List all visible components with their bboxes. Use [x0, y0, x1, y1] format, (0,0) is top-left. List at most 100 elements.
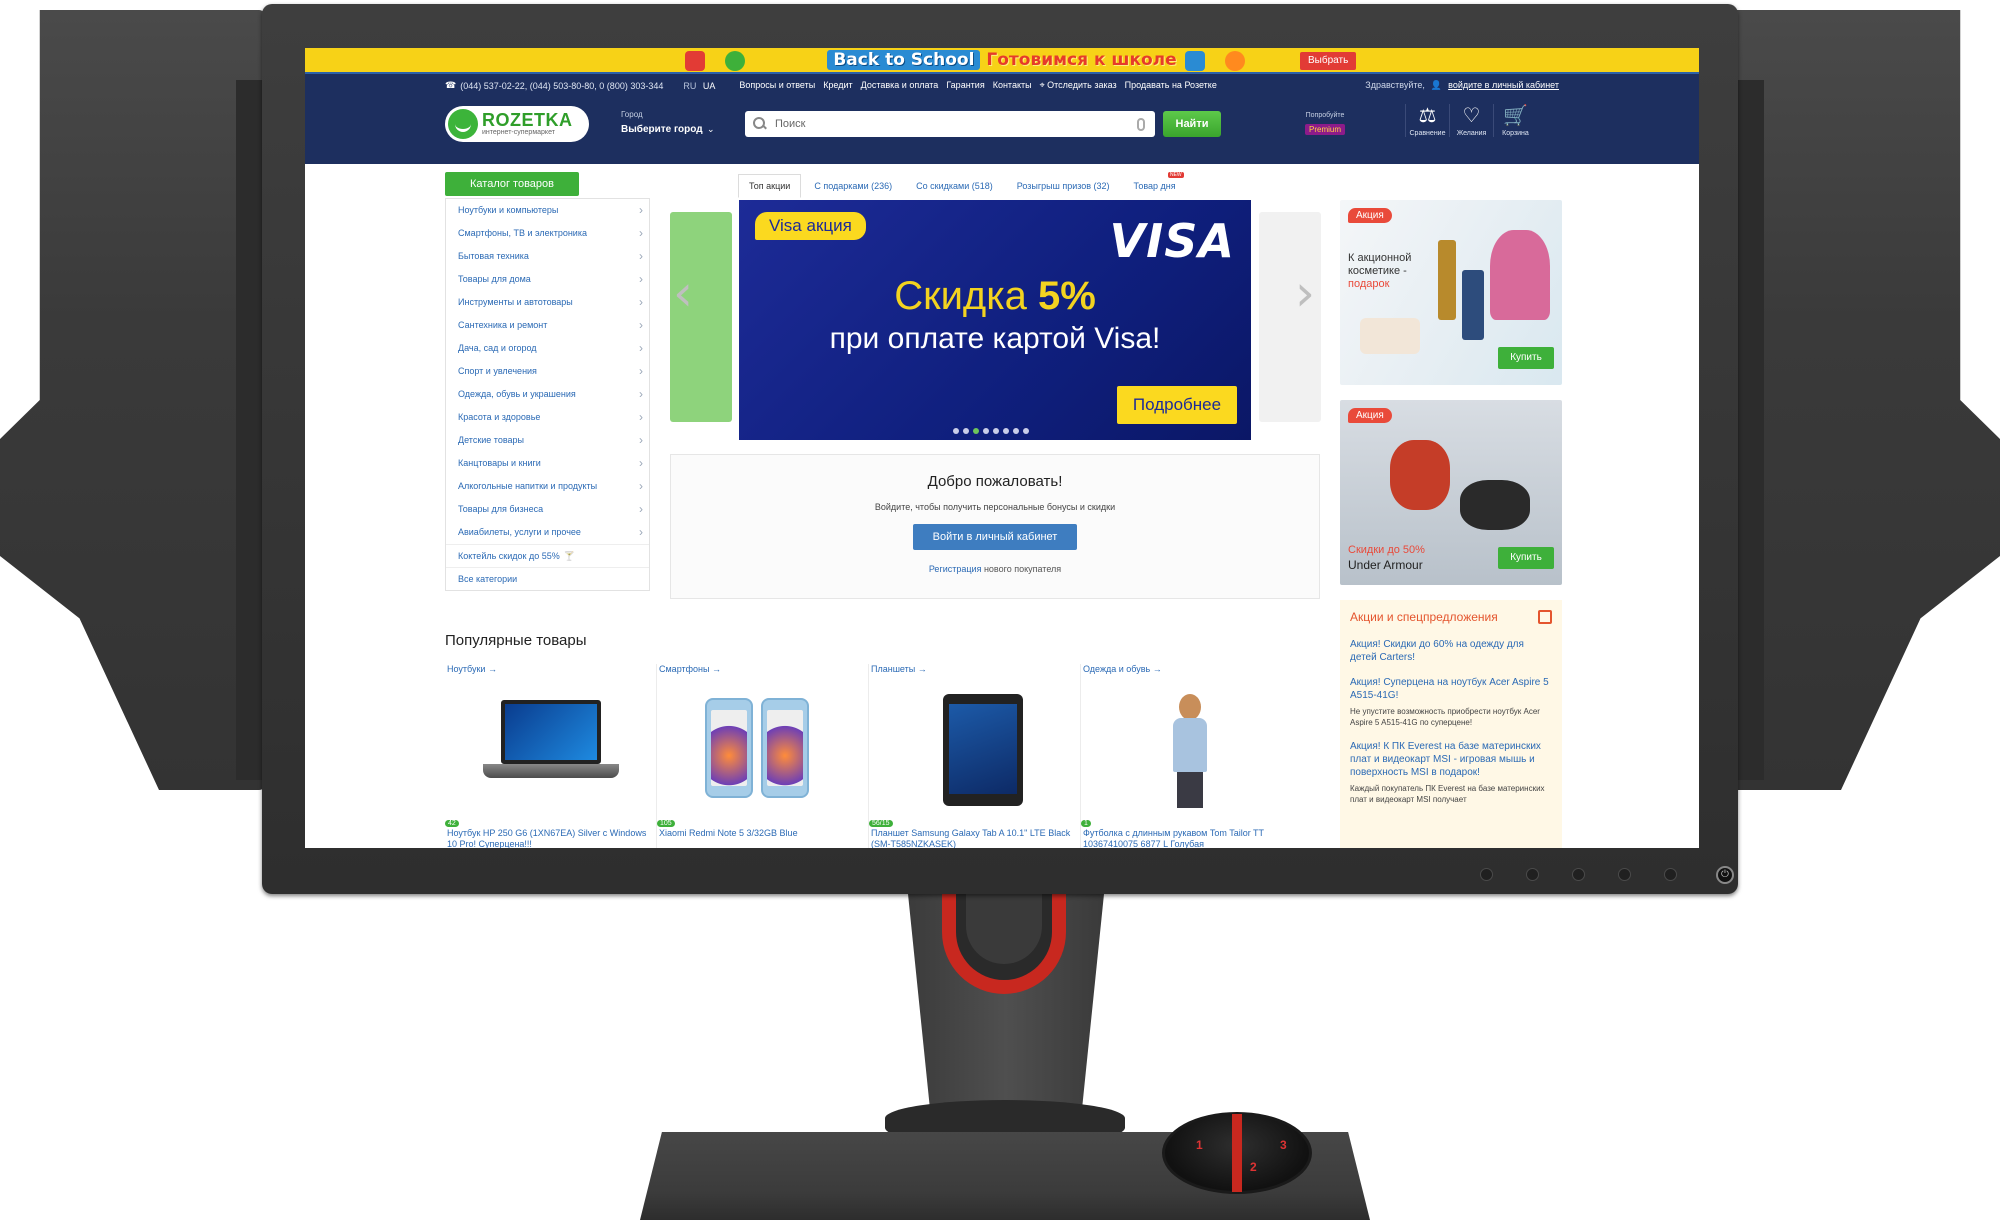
register-rest: нового покупателя [981, 564, 1062, 574]
tab-discounts[interactable]: Со скидками (518) [905, 174, 1004, 198]
chevron-down-icon: ⌄ [707, 124, 715, 134]
carousel-next-arrow[interactable]: › [1295, 264, 1315, 322]
catalog-item[interactable]: Товары для бизнеса [446, 498, 649, 521]
product-card[interactable]: Одежда и обувь → 1 Футболка с длинным ру… [1081, 664, 1293, 848]
cosmetics-ad[interactable]: Акция К акционной косметике - подарок Ку… [1340, 200, 1562, 385]
product-category-link[interactable]: Одежда и обувь → [1083, 664, 1293, 674]
catalog-item[interactable]: Канцтовары и книги [446, 452, 649, 475]
product-name[interactable]: Xiaomi Redmi Note 5 3/32GB Blue [659, 828, 859, 839]
logo-text: ROZETKA интернет-супермаркет [482, 111, 573, 137]
promo-title: Back to School [827, 50, 981, 70]
ad-buy-button[interactable]: Купить [1498, 547, 1554, 569]
catalog-menu: Ноутбуки и компьютеры Смартфоны, ТВ и эл… [445, 198, 650, 591]
promo-choose-button[interactable]: Выбрать [1300, 52, 1357, 70]
tab-top-deals[interactable]: Топ акции [738, 174, 802, 198]
catalog-item[interactable]: Детские товары [446, 429, 649, 452]
cart-button[interactable]: 🛒 Корзина [1493, 104, 1537, 137]
cocktail-label: Коктейль скидок до 55% [458, 551, 560, 561]
power-button[interactable]: ⏻ [1716, 866, 1734, 884]
carousel-prev-arrow[interactable]: ‹ [673, 264, 693, 322]
catalog-item[interactable]: Смартфоны, ТВ и электроника [446, 222, 649, 245]
offer-item[interactable]: Акция! К ПК Everest на базе материнских … [1340, 736, 1562, 813]
laptop-base [483, 764, 619, 778]
product-name[interactable]: Футболка с длинным рукавом Tom Tailor TT… [1083, 828, 1283, 848]
catalog-item[interactable]: Одежда, обувь и украшения [446, 383, 649, 406]
nav-sell[interactable]: Продавать на Розетке [1125, 80, 1217, 91]
search-input[interactable] [775, 118, 1137, 130]
promo-tabs: Топ акции С подарками (236) Со скидками … [738, 172, 1187, 198]
tab-product-of-day[interactable]: Товар дня NEW [1123, 172, 1187, 198]
carousel-dot[interactable] [953, 428, 959, 434]
offer-item[interactable]: Акция! Скидки до 60% на одежду для детей… [1340, 634, 1562, 672]
carousel-dot[interactable] [1003, 428, 1009, 434]
lang-ru[interactable]: RU [683, 81, 696, 91]
rozetka-logo[interactable]: ROZETKA интернет-супермаркет [445, 106, 589, 142]
under-armour-ad[interactable]: Акция Скидки до 50% Under Armour Купить [1340, 400, 1562, 585]
tab-prize-draw[interactable]: Розыгрыш призов (32) [1006, 174, 1121, 198]
offer-item[interactable]: Акция! Суперцена на ноутбук Acer Aspire … [1340, 672, 1562, 736]
product-name[interactable]: Ноутбук HP 250 G6 (1XN67EA) Silver с Win… [447, 828, 647, 848]
catalog-item[interactable]: Спорт и увлечения [446, 360, 649, 383]
login-button[interactable]: Войти в личный кабинет [913, 524, 1077, 550]
carousel-dot[interactable] [1013, 428, 1019, 434]
product-card[interactable]: Планшеты → 56/15 Планшет Samsung Galaxy … [869, 664, 1081, 848]
catalog-item[interactable]: Бытовая техника [446, 245, 649, 268]
catalog-item[interactable]: Товары для дома [446, 268, 649, 291]
bezel-button-3[interactable] [1572, 868, 1585, 881]
bezel-button-1[interactable] [1480, 868, 1493, 881]
product-card[interactable]: Смартфоны → 105 Xiaomi Redmi Note 5 3/32… [657, 664, 869, 848]
carousel-dot-active[interactable] [973, 428, 979, 434]
bezel-button-4[interactable] [1618, 868, 1631, 881]
premium-label: Попробуйте [1305, 112, 1345, 119]
product-card[interactable]: Ноутбуки → 42 Ноутбук HP 250 G6 (1XN67EA… [445, 664, 657, 848]
ad-buy-button[interactable]: Купить [1498, 347, 1554, 369]
register-link[interactable]: Регистрация [929, 564, 982, 574]
nav-faq[interactable]: Вопросы и ответы [739, 80, 815, 91]
user-icon: 👤 [1430, 80, 1443, 90]
catalog-item[interactable]: Ноутбуки и компьютеры [446, 199, 649, 222]
promo-strip[interactable]: Back to School Готовимся к школе Выбрать [305, 48, 1699, 74]
nav-credit[interactable]: Кредит [823, 80, 852, 91]
lang-ua[interactable]: UA [703, 81, 716, 91]
nav-warranty[interactable]: Гарантия [946, 80, 984, 91]
product-name[interactable]: Планшет Samsung Galaxy Tab A 10.1" LTE B… [871, 828, 1071, 848]
nav-track-order[interactable]: ⌖ Отследить заказ [1040, 80, 1117, 91]
login-link[interactable]: войдите в личный кабинет [1448, 80, 1559, 91]
visa-more-button[interactable]: Подробнее [1117, 386, 1237, 424]
carousel-dot[interactable] [983, 428, 989, 434]
header-topline: ☎ (044) 537-02-22, (044) 503-80-80, 0 (8… [445, 80, 1559, 91]
catalog-item[interactable]: Инструменты и автотовары [446, 291, 649, 314]
catalog-item[interactable]: Алкогольные напитки и продукты [446, 475, 649, 498]
nav-contacts[interactable]: Контакты [993, 80, 1032, 91]
visa-banner[interactable]: Visa акция VISA Скидка 5% при оплате кар… [739, 200, 1251, 440]
product-category-link[interactable]: Ноутбуки → [447, 664, 656, 674]
compare-button[interactable]: ⚖ Сравнение [1405, 104, 1449, 137]
carousel-dot[interactable] [1023, 428, 1029, 434]
premium-promo[interactable]: Попробуйте Premium [1305, 112, 1346, 137]
laptop-screen [501, 700, 601, 764]
visa-discount-text: Скидка [894, 274, 1038, 318]
catalog-button[interactable]: Каталог товаров [445, 172, 579, 196]
athlete-image [1460, 480, 1530, 530]
product-category-link[interactable]: Смартфоны → [659, 664, 868, 674]
carousel-dot[interactable] [963, 428, 969, 434]
bezel-button-5[interactable] [1664, 868, 1677, 881]
catalog-item[interactable]: Красота и здоровье [446, 406, 649, 429]
catalog-item[interactable]: Сантехника и ремонт [446, 314, 649, 337]
phone-numbers[interactable]: (044) 537-02-22, (044) 503-80-80, 0 (800… [460, 81, 663, 91]
bezel-button-2[interactable] [1526, 868, 1539, 881]
product-category-link[interactable]: Планшеты → [871, 664, 1080, 674]
carousel-dot[interactable] [993, 428, 999, 434]
ad-brand-text: Under Armour [1348, 558, 1423, 572]
search-button[interactable]: Найти [1163, 111, 1221, 137]
catalog-item[interactable]: Дача, сад и огород [446, 337, 649, 360]
nav-delivery[interactable]: Доставка и оплата [861, 80, 939, 91]
wishlist-button[interactable]: ♡ Желания [1449, 104, 1493, 137]
tab-with-gifts[interactable]: С подарками (236) [803, 174, 903, 198]
microphone-icon[interactable] [1137, 117, 1145, 131]
catalog-cocktail-link[interactable]: Коктейль скидок до 55% 🍸 [446, 544, 649, 567]
catalog-item[interactable]: Авиабилеты, услуги и прочее [446, 521, 649, 544]
city-selector[interactable]: Город Выберите город ⌄ [621, 110, 715, 137]
phone-front [705, 698, 753, 798]
catalog-all-categories[interactable]: Все категории [446, 567, 649, 590]
